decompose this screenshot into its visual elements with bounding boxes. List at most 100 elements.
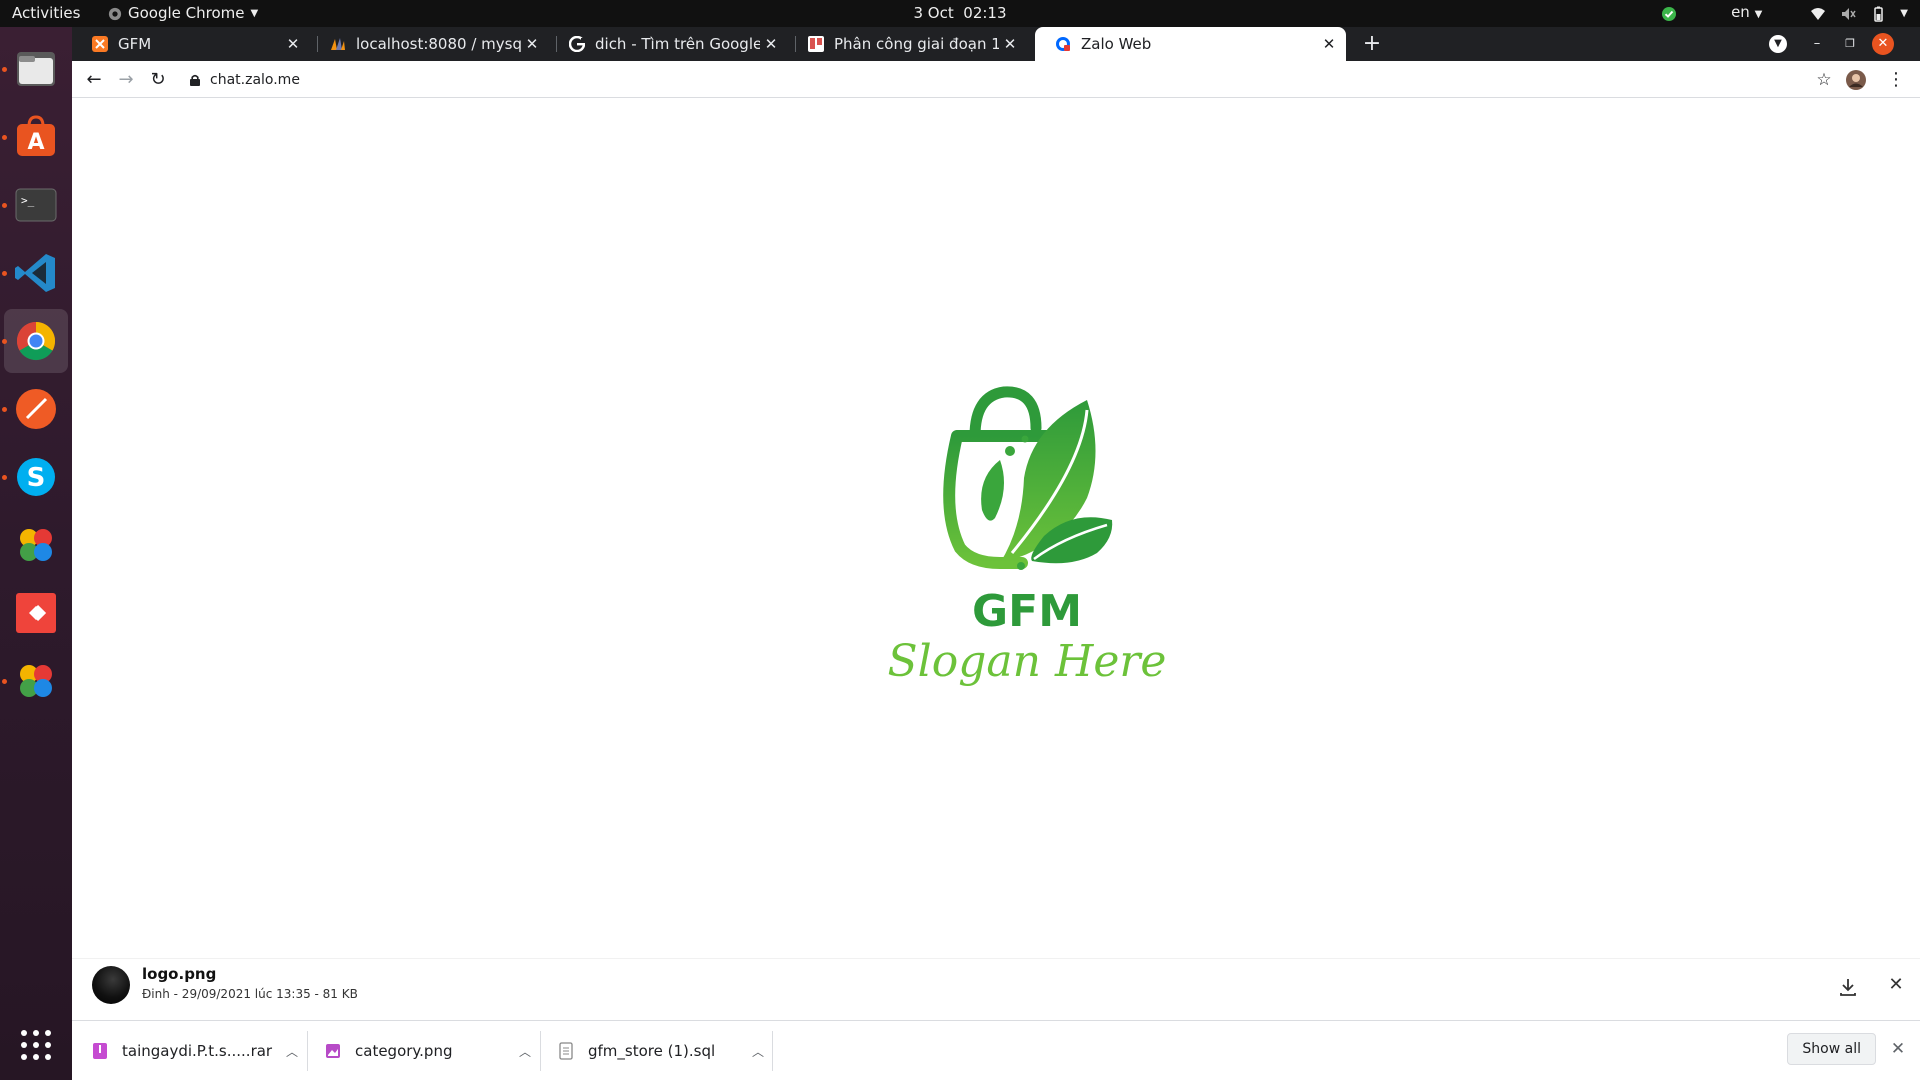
terminal-icon: >_ xyxy=(15,188,57,222)
close-window-icon[interactable]: ✕ xyxy=(1872,33,1894,55)
zalo-icon xyxy=(1056,37,1070,51)
trello-icon xyxy=(808,36,824,52)
dock-clover-app-2[interactable] xyxy=(2,649,68,713)
tab-google-search[interactable]: dich - Tìm trên Google ✕ xyxy=(549,27,788,61)
ubuntu-dock: A >_ S xyxy=(0,27,72,1080)
running-indicator xyxy=(2,203,7,208)
chevron-down-icon[interactable]: ▼ xyxy=(1900,0,1908,27)
running-indicator xyxy=(2,271,7,276)
skype-icon: S xyxy=(17,458,55,496)
forward-icon[interactable]: → xyxy=(112,66,140,94)
download-name: taingaydi.P.t.s.....rar xyxy=(122,1042,273,1060)
tab-search-icon[interactable]: ▼ xyxy=(1769,35,1787,53)
running-indicator xyxy=(2,407,7,412)
back-icon[interactable]: ← xyxy=(80,66,108,94)
file-meta: Đinh - 29/09/2021 lúc 13:35 - 81 KB xyxy=(142,987,358,1001)
sender-avatar xyxy=(92,966,130,1004)
close-tab-icon[interactable]: ✕ xyxy=(760,35,782,53)
tab-title: GFM xyxy=(118,35,152,53)
file-name: logo.png xyxy=(142,965,217,983)
running-indicator xyxy=(2,679,7,684)
gnome-top-bar: Activities Google Chrome ▼ 3 Oct 02:13 e… xyxy=(0,0,1920,27)
tab-gfm[interactable]: GFM ✕ xyxy=(72,27,310,61)
tab-trello[interactable]: Phân công giai đoạn 1 | T ✕ xyxy=(788,27,1027,61)
anydesk-icon xyxy=(16,593,56,633)
shield-check-icon[interactable] xyxy=(1661,6,1677,22)
tab-strip: GFM ✕ localhost:8080 / mysql / g ✕ dich … xyxy=(72,27,1920,61)
battery-icon xyxy=(1874,6,1884,22)
logo-brand-text: GFM xyxy=(972,586,1082,637)
chevron-up-icon[interactable]: ︿ xyxy=(748,1043,768,1060)
close-tab-icon[interactable]: ✕ xyxy=(282,35,304,53)
close-tab-icon[interactable]: ✕ xyxy=(521,35,543,53)
clock-button[interactable]: 3 Oct 02:13 xyxy=(913,4,1006,22)
dock-chrome[interactable] xyxy=(2,309,68,373)
show-all-button[interactable]: Show all xyxy=(1787,1033,1876,1065)
phpmyadmin-icon xyxy=(331,38,345,50)
logo-slogan-text: Slogan Here xyxy=(888,636,1167,687)
tab-zalo-web[interactable]: Zalo Web ✕ xyxy=(1035,27,1346,61)
chrome-small-icon xyxy=(108,7,122,20)
download-icon[interactable] xyxy=(1836,975,1860,999)
tab-title: Zalo Web xyxy=(1081,35,1152,53)
archive-icon xyxy=(93,1043,107,1059)
dock-ubuntu-software[interactable]: A xyxy=(2,105,68,169)
profile-avatar[interactable] xyxy=(1842,66,1870,94)
dock-terminal[interactable]: >_ xyxy=(2,173,68,237)
running-indicator xyxy=(2,135,7,140)
url-text: chat.zalo.me xyxy=(210,72,300,88)
app-grid-icon xyxy=(21,1030,51,1060)
clock-date: 3 Oct xyxy=(913,4,954,22)
ubuntu-software-icon: A xyxy=(17,115,55,156)
app-menu[interactable]: Google Chrome ▼ xyxy=(108,0,258,27)
clover-icon xyxy=(20,529,52,561)
show-applications-button[interactable] xyxy=(4,1013,68,1077)
lock-icon xyxy=(190,74,200,86)
new-tab-button[interactable]: + xyxy=(1358,30,1386,58)
clock-time: 02:13 xyxy=(963,4,1007,22)
clover-icon xyxy=(20,665,52,697)
shelf-separator xyxy=(307,1031,308,1071)
close-shelf-icon[interactable]: ✕ xyxy=(1886,1037,1910,1061)
system-tray[interactable]: en ▼ ▼ xyxy=(1661,0,1908,27)
activities-button[interactable]: Activities xyxy=(12,0,80,27)
wifi-icon xyxy=(1811,7,1826,20)
more-options-icon[interactable]: ⋮ xyxy=(1882,66,1910,94)
address-bar[interactable]: chat.zalo.me xyxy=(182,66,1852,94)
chevron-up-icon[interactable]: ︿ xyxy=(282,1043,302,1060)
tab-title: dich - Tìm trên Google xyxy=(595,35,760,53)
chrome-icon xyxy=(16,321,56,361)
volume-muted-icon xyxy=(1842,7,1856,20)
dock-clover-app[interactable] xyxy=(4,513,68,577)
tab-title: Phân công giai đoạn 1 | T xyxy=(834,35,999,53)
bookmark-star-icon[interactable]: ☆ xyxy=(1810,66,1838,94)
language-label: en xyxy=(1731,3,1750,21)
vscode-icon xyxy=(15,254,55,292)
download-item[interactable]: category.png ︿ xyxy=(325,1027,535,1075)
shelf-separator xyxy=(772,1031,773,1071)
document-icon xyxy=(559,1042,573,1060)
svg-text:A: A xyxy=(27,130,44,155)
xampp-icon xyxy=(92,36,108,52)
restore-icon[interactable]: ❐ xyxy=(1839,33,1861,55)
dock-vscode[interactable] xyxy=(2,241,68,305)
download-item[interactable]: taingaydi.P.t.s.....rar ︿ xyxy=(92,1027,302,1075)
dock-postman[interactable] xyxy=(2,377,68,441)
download-shelf: taingaydi.P.t.s.....rar ︿ category.png ︿… xyxy=(72,1020,1920,1080)
running-indicator xyxy=(2,339,7,344)
svg-text:>_: >_ xyxy=(21,194,35,207)
minimize-icon[interactable]: – xyxy=(1806,33,1828,55)
reload-icon[interactable]: ↻ xyxy=(144,66,172,94)
download-item[interactable]: gfm_store (1).sql ︿ xyxy=(558,1027,768,1075)
dock-skype[interactable]: S xyxy=(2,445,68,509)
dock-anydesk[interactable] xyxy=(4,581,68,645)
close-tab-icon[interactable]: ✕ xyxy=(999,35,1021,53)
svg-text:S: S xyxy=(27,463,46,493)
postman-icon xyxy=(16,389,56,429)
language-indicator[interactable]: en ▼ xyxy=(1731,0,1762,28)
chevron-up-icon[interactable]: ︿ xyxy=(515,1043,535,1060)
tab-phpmyadmin[interactable]: localhost:8080 / mysql / g ✕ xyxy=(310,27,549,61)
close-tab-icon[interactable]: ✕ xyxy=(1318,35,1340,53)
close-viewer-icon[interactable]: ✕ xyxy=(1884,973,1908,997)
dock-files[interactable] xyxy=(2,37,68,101)
